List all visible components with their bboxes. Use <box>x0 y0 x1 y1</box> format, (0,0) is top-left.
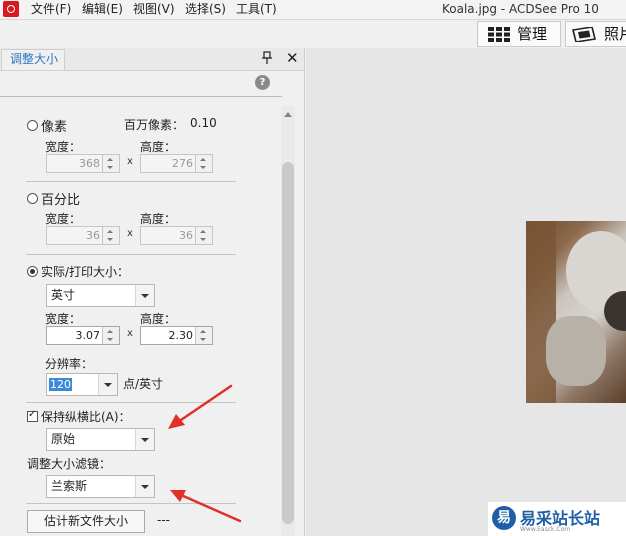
watermark-subtext: Www.Easck.Com <box>520 526 571 533</box>
red-arrow-icon <box>170 490 242 523</box>
koala-photo[interactable] <box>526 221 626 403</box>
annotation-arrows <box>168 384 242 523</box>
photo-mode-button[interactable]: 照片 <box>565 21 626 47</box>
manage-mode-label: 管理 <box>517 25 548 43</box>
site-watermark: 易 易采站长站 Www.Easck.Com <box>488 502 626 536</box>
red-arrow-icon <box>168 384 233 429</box>
photo-frame-icon <box>572 27 596 42</box>
photo-mode-label: 照片 <box>604 25 626 43</box>
watermark-logo: 易 <box>492 506 516 530</box>
grid-icon <box>488 27 510 42</box>
manage-mode-button[interactable]: 管理 <box>477 21 561 47</box>
window-title: Koala.jpg - ACDSee Pro 10 <box>442 2 599 16</box>
